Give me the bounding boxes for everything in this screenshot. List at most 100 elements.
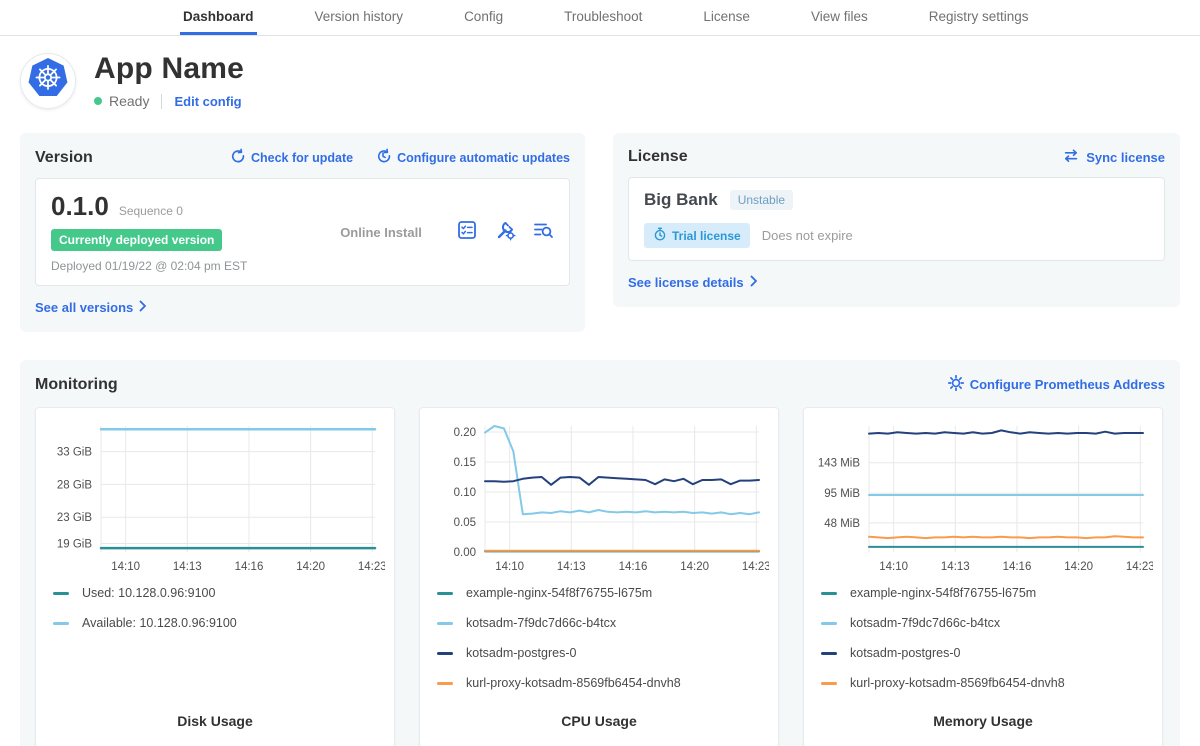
sequence-label: Sequence 0 [119, 204, 183, 218]
cpu-usage-chart-card: 0.200.150.100.050.0014:1014:1314:1614:20… [419, 407, 779, 746]
deployed-timestamp: Deployed 01/19/22 @ 02:04 pm EST [51, 259, 306, 273]
svg-text:14:13: 14:13 [941, 561, 970, 573]
svg-text:33 GiB: 33 GiB [57, 447, 92, 459]
svg-text:14:23: 14:23 [358, 561, 385, 573]
status-dot [94, 97, 102, 105]
see-all-versions-link[interactable]: See all versions [35, 300, 147, 315]
svg-text:14:16: 14:16 [619, 561, 648, 573]
legend-label: example-nginx-54f8f76755-l675m [850, 586, 1036, 600]
monitoring-section: Monitoring Configure Prometheus Address [20, 360, 1180, 746]
kubernetes-icon [27, 57, 69, 104]
svg-text:14:23: 14:23 [1126, 561, 1153, 573]
tab-version-history[interactable]: Version history [312, 0, 407, 35]
memory-usage-chart: 143 MiB95 MiB48 MiB14:1014:1314:1614:201… [813, 418, 1153, 576]
legend-dash [437, 652, 453, 655]
legend-label: Used: 10.128.0.96:9100 [82, 586, 215, 600]
tab-license[interactable]: License [700, 0, 753, 35]
version-card-title: Version [35, 149, 93, 167]
monitoring-title: Monitoring [35, 376, 118, 394]
chart-title: Memory Usage [813, 713, 1153, 737]
legend-item: kurl-proxy-kotsadm-8569fb6454-dnvh8 [437, 676, 769, 690]
disk-usage-chart: 33 GiB28 GiB23 GiB19 GiB14:1014:1314:161… [45, 418, 385, 576]
chevron-right-icon [750, 275, 758, 290]
svg-text:14:20: 14:20 [680, 561, 709, 573]
svg-text:0.00: 0.00 [454, 547, 476, 559]
edit-config-link[interactable]: Edit config [174, 94, 241, 109]
legend-label: kurl-proxy-kotsadm-8569fb6454-dnvh8 [850, 676, 1065, 690]
see-license-details-link[interactable]: See license details [628, 275, 758, 290]
legend-item: kotsadm-7f9dc7d66c-b4tcx [821, 616, 1153, 630]
legend-dash [821, 652, 837, 655]
tab-config[interactable]: Config [461, 0, 506, 35]
legend-item: kotsadm-postgres-0 [821, 646, 1153, 660]
top-nav: Dashboard Version history Config Troublesho… [0, 0, 1200, 36]
svg-text:23 GiB: 23 GiB [57, 512, 92, 524]
swap-arrows-icon [1062, 148, 1080, 166]
tab-view-files[interactable]: View files [808, 0, 871, 35]
svg-text:14:23: 14:23 [742, 561, 769, 573]
configure-prometheus-button[interactable]: Configure Prometheus Address [948, 375, 1165, 394]
svg-text:14:13: 14:13 [173, 561, 202, 573]
view-files-magnifier-icon[interactable] [532, 219, 554, 246]
app-header: App Name Ready Edit config [0, 36, 1200, 123]
legend-dash [53, 592, 69, 595]
legend-label: Available: 10.128.0.96:9100 [82, 616, 237, 630]
legend-item: Used: 10.128.0.96:9100 [53, 586, 385, 600]
clock-refresh-icon [375, 148, 391, 167]
svg-text:0.05: 0.05 [454, 517, 476, 529]
svg-text:14:20: 14:20 [296, 561, 325, 573]
svg-text:14:10: 14:10 [879, 561, 908, 573]
legend-label: kotsadm-7f9dc7d66c-b4tcx [466, 616, 616, 630]
legend-dash [821, 622, 837, 625]
legend-label: kurl-proxy-kotsadm-8569fb6454-dnvh8 [466, 676, 681, 690]
tab-troubleshoot[interactable]: Troubleshoot [561, 0, 645, 35]
license-details-panel: Big Bank Unstable Trial l [628, 177, 1165, 261]
legend-item: kotsadm-7f9dc7d66c-b4tcx [437, 616, 769, 630]
legend-dash [437, 682, 453, 685]
legend-dash [53, 622, 69, 625]
stopwatch-icon [653, 227, 667, 244]
svg-text:14:10: 14:10 [111, 561, 140, 573]
legend-item: Available: 10.128.0.96:9100 [53, 616, 385, 630]
preflight-checklist-icon[interactable] [456, 219, 478, 246]
deployed-badge: Currently deployed version [51, 229, 222, 251]
divider [161, 94, 162, 109]
legend-dash [821, 682, 837, 685]
refresh-icon [229, 148, 245, 167]
legend-label: example-nginx-54f8f76755-l675m [466, 586, 652, 600]
memory-usage-legend: example-nginx-54f8f76755-l675m kotsadm-7f… [813, 586, 1153, 706]
legend-dash [437, 622, 453, 625]
svg-text:14:20: 14:20 [1064, 561, 1093, 573]
svg-text:95 MiB: 95 MiB [824, 488, 860, 500]
sync-license-button[interactable]: Sync license [1062, 148, 1165, 166]
version-number: 0.1.0 [51, 191, 109, 222]
legend-dash [821, 592, 837, 595]
cpu-usage-legend: example-nginx-54f8f76755-l675m kotsadm-7f… [429, 586, 769, 706]
legend-item: kurl-proxy-kotsadm-8569fb6454-dnvh8 [821, 676, 1153, 690]
configure-automatic-updates-button[interactable]: Configure automatic updates [375, 148, 570, 167]
svg-text:14:16: 14:16 [1003, 561, 1032, 573]
license-card-title: License [628, 148, 688, 166]
chevron-right-icon [139, 300, 147, 315]
customer-name: Big Bank [644, 190, 718, 210]
legend-dash [437, 592, 453, 595]
tab-dashboard[interactable]: Dashboard [180, 0, 257, 35]
app-logo [20, 53, 76, 109]
legend-label: kotsadm-postgres-0 [850, 646, 960, 660]
svg-text:19 GiB: 19 GiB [57, 538, 92, 550]
legend-item: example-nginx-54f8f76755-l675m [437, 586, 769, 600]
legend-item: example-nginx-54f8f76755-l675m [821, 586, 1153, 600]
gear-icon [948, 375, 964, 394]
tab-registry-settings[interactable]: Registry settings [926, 0, 1032, 35]
disk-usage-chart-card: 33 GiB28 GiB23 GiB19 GiB14:1014:1314:161… [35, 407, 395, 746]
status-text: Ready [109, 93, 149, 109]
memory-usage-chart-card: 143 MiB95 MiB48 MiB14:1014:1314:1614:201… [803, 407, 1163, 746]
svg-text:14:13: 14:13 [557, 561, 586, 573]
legend-label: kotsadm-7f9dc7d66c-b4tcx [850, 616, 1000, 630]
cpu-usage-chart: 0.200.150.100.050.0014:1014:1314:1614:20… [429, 418, 769, 576]
legend-item: kotsadm-postgres-0 [437, 646, 769, 660]
expiry-label: Does not expire [762, 228, 853, 243]
channel-badge: Unstable [730, 190, 793, 210]
config-wrench-gear-icon[interactable] [494, 219, 516, 246]
check-for-update-button[interactable]: Check for update [229, 148, 353, 167]
